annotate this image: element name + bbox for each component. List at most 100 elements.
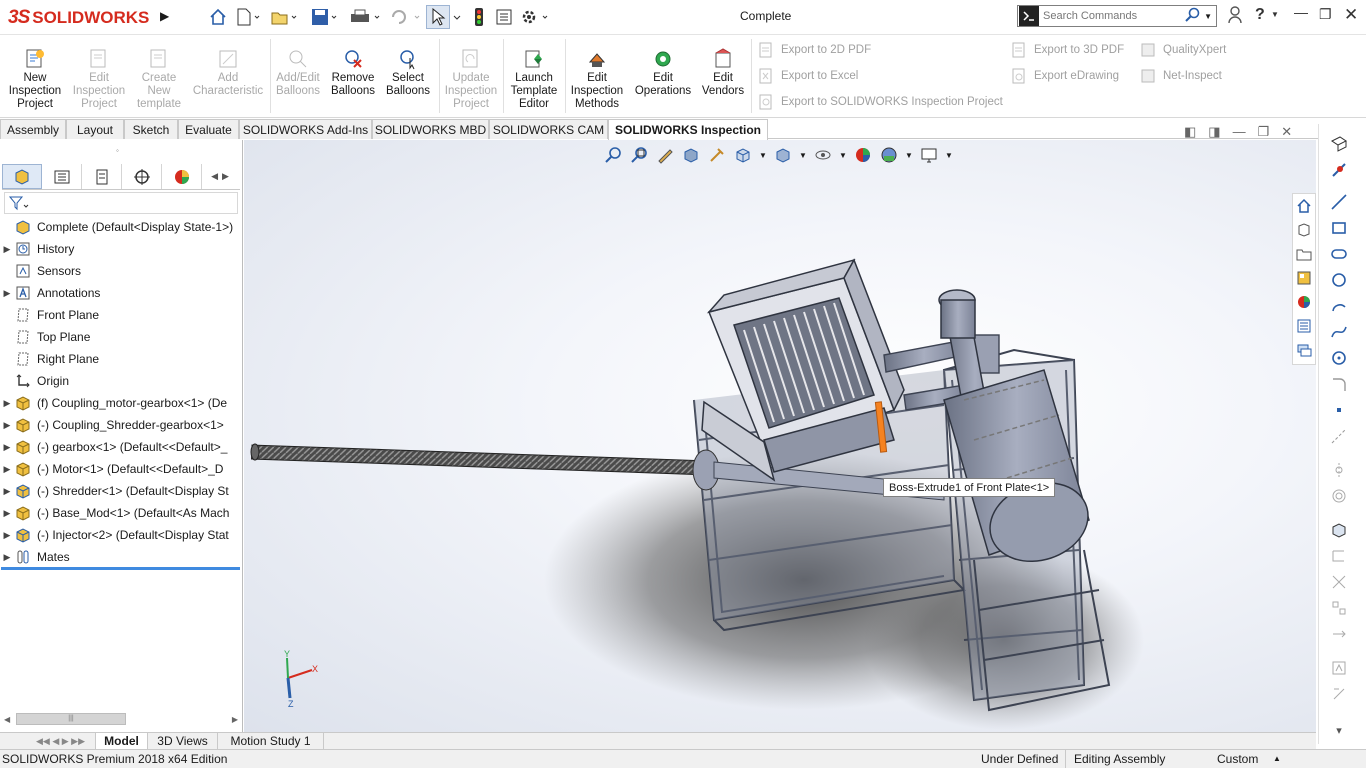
expand-arrow-icon[interactable]: ▶	[0, 244, 14, 255]
launch-template-editor-button[interactable]: Launch Template Editor	[507, 48, 561, 111]
tab-solidworks-cam[interactable]: SOLIDWORKS CAM	[489, 119, 608, 139]
new-inspection-project-button[interactable]: New Inspection Project	[6, 48, 64, 111]
edit-inspection-methods-button[interactable]: Edit Inspection Methods	[568, 48, 626, 111]
ellipse-icon[interactable]	[1329, 348, 1349, 368]
mirror-icon[interactable]	[1329, 460, 1349, 480]
tree-root-node[interactable]: Complete (Default<Display State-1>)	[0, 216, 242, 238]
centerline-icon[interactable]	[1329, 426, 1349, 446]
zoom-to-area-icon[interactable]	[628, 146, 650, 164]
user-account-icon[interactable]	[1228, 6, 1242, 27]
slot-icon[interactable]	[1329, 244, 1349, 264]
help-icon[interactable]: ?	[1255, 6, 1265, 24]
view-home-icon[interactable]	[1293, 194, 1315, 218]
remove-balloons-button[interactable]: Remove Balloons	[328, 48, 378, 98]
tree-node[interactable]: Right Plane	[0, 348, 242, 370]
tree-node[interactable]: ▶ (-) Base_Mod<1> (Default<As Mach	[0, 502, 242, 524]
circle-icon[interactable]	[1329, 270, 1349, 290]
expand-arrow-icon[interactable]: ▶	[0, 486, 14, 497]
close-icon[interactable]: ✕	[1344, 5, 1358, 25]
net-inspect-button[interactable]: Net-Inspect	[1140, 67, 1222, 85]
create-new-template-button[interactable]: Create New template	[131, 48, 187, 111]
tree-node[interactable]: ▶ (-) Coupling_Shredder-gearbox<1>	[0, 414, 242, 436]
tree-node[interactable]: ▶ History	[0, 238, 242, 260]
view-settings-monitor-icon[interactable]	[918, 146, 940, 164]
edit-operations-button[interactable]: Edit Operations	[633, 48, 693, 98]
new-document-icon[interactable]	[233, 5, 263, 29]
tree-node[interactable]: Origin	[0, 370, 242, 392]
tree-rollback-bar[interactable]	[1, 567, 240, 570]
viewport-restore-icon[interactable]: ❐	[1258, 124, 1270, 140]
print-icon[interactable]	[348, 5, 382, 29]
tree-node[interactable]: ▶ (f) Coupling_motor-gearbox<1> (De	[0, 392, 242, 414]
add-characteristic-button[interactable]: Add Characteristic	[192, 48, 264, 98]
scroll-left-arrow-icon[interactable]: ◀	[4, 715, 16, 724]
search-commands-field[interactable]: Search Commands ▼	[1017, 5, 1217, 27]
view-orientation-dropdown-icon[interactable]: ▼	[758, 146, 768, 164]
unit-system-dropdown-icon[interactable]: ▲	[1273, 754, 1281, 763]
tree-node[interactable]: Top Plane	[0, 326, 242, 348]
search-icon[interactable]	[1184, 7, 1200, 26]
tab-solidworks-mbd[interactable]: SOLIDWORKS MBD	[372, 119, 489, 139]
appearances-icon[interactable]	[1293, 290, 1315, 314]
tree-node[interactable]: ▶ (-) gearbox<1> (Default<<Default>_	[0, 436, 242, 458]
tree-filter[interactable]	[4, 192, 238, 214]
offset-icon[interactable]	[1329, 486, 1349, 506]
convert-entities-icon[interactable]	[1329, 572, 1349, 592]
file-properties-icon[interactable]	[494, 5, 514, 29]
tab-assembly[interactable]: Assembly	[0, 119, 66, 139]
tree-node[interactable]: Sensors	[0, 260, 242, 282]
spline-icon[interactable]	[1329, 322, 1349, 342]
tab-solidworks-addins[interactable]: SOLIDWORKS Add-Ins	[239, 119, 372, 139]
scroll-left-icon[interactable]: ◀	[211, 171, 218, 182]
tree-node[interactable]: ▶ Annotations	[0, 282, 242, 304]
scroll-thumb[interactable]: |||	[16, 713, 126, 725]
tab-layout[interactable]: Layout	[66, 119, 124, 139]
tab-3d-views[interactable]: 3D Views	[148, 733, 218, 749]
view-orientation-icon[interactable]	[732, 146, 754, 164]
extrude-icon[interactable]	[1329, 520, 1349, 540]
open-document-icon[interactable]	[268, 5, 300, 29]
custom-properties-icon[interactable]	[1293, 314, 1315, 338]
viewport-close-icon[interactable]: ✕	[1281, 124, 1292, 140]
point-icon[interactable]	[1329, 400, 1349, 420]
solidworks-forum-icon[interactable]	[1293, 338, 1315, 362]
previous-view-icon[interactable]: ◧	[1184, 124, 1196, 140]
configuration-manager-tab-icon[interactable]	[82, 164, 122, 189]
viewport-minimize-icon[interactable]: —	[1233, 124, 1246, 140]
update-inspection-project-button[interactable]: Update Inspection Project	[443, 48, 499, 111]
filter-icon[interactable]	[9, 195, 29, 211]
expand-arrow-icon[interactable]: ▶	[0, 530, 14, 541]
qualityxpert-button[interactable]: QualityXpert	[1140, 41, 1226, 59]
scroll-right-icon[interactable]: ▶	[222, 171, 229, 182]
select-pointer-icon[interactable]	[426, 5, 450, 29]
tree-node[interactable]: ▶ Mates	[0, 546, 242, 568]
tab-motion-study[interactable]: Motion Study 1	[218, 733, 324, 749]
dimxpert-manager-tab-icon[interactable]	[122, 164, 162, 189]
sketch-plane-icon[interactable]	[1329, 134, 1349, 154]
expand-arrow-icon[interactable]: ▶	[0, 508, 14, 519]
display-style-dropdown-icon[interactable]: ▼	[798, 146, 808, 164]
tab-solidworks-inspection[interactable]: SOLIDWORKS Inspection	[608, 119, 768, 140]
feature-manager-tab-icon[interactable]	[2, 164, 42, 189]
relations-icon[interactable]	[1329, 684, 1349, 704]
search-dropdown-icon[interactable]: ▼	[1204, 12, 1212, 21]
minimize-icon[interactable]: —	[1294, 4, 1308, 20]
edit-vendors-button[interactable]: Edit Vendors	[699, 48, 747, 98]
linear-pattern-icon[interactable]	[1329, 598, 1349, 618]
help-dropdown-icon[interactable]: ▼	[1271, 10, 1279, 19]
previous-view-pencil-icon[interactable]	[654, 146, 676, 164]
tab-model[interactable]: Model	[96, 733, 148, 749]
expand-arrow-icon[interactable]: ▶	[0, 442, 14, 453]
view-settings-dropdown-icon[interactable]: ▼	[944, 146, 954, 164]
arc-icon[interactable]	[1329, 296, 1349, 316]
expand-arrow-icon[interactable]: ▶	[0, 398, 14, 409]
assembly-model[interactable]	[244, 140, 1316, 732]
export-excel-button[interactable]: Export to Excel	[758, 67, 858, 85]
rectangle-icon[interactable]	[1329, 218, 1349, 238]
view-palette-icon[interactable]	[1293, 266, 1315, 290]
fillet-icon[interactable]	[1329, 374, 1349, 394]
undo-icon[interactable]	[388, 5, 422, 29]
apply-scene-dropdown-icon[interactable]: ▼	[904, 146, 914, 164]
select-balloons-button[interactable]: Select Balloons	[383, 48, 433, 98]
expand-arrow-icon[interactable]: ▶	[0, 464, 14, 475]
